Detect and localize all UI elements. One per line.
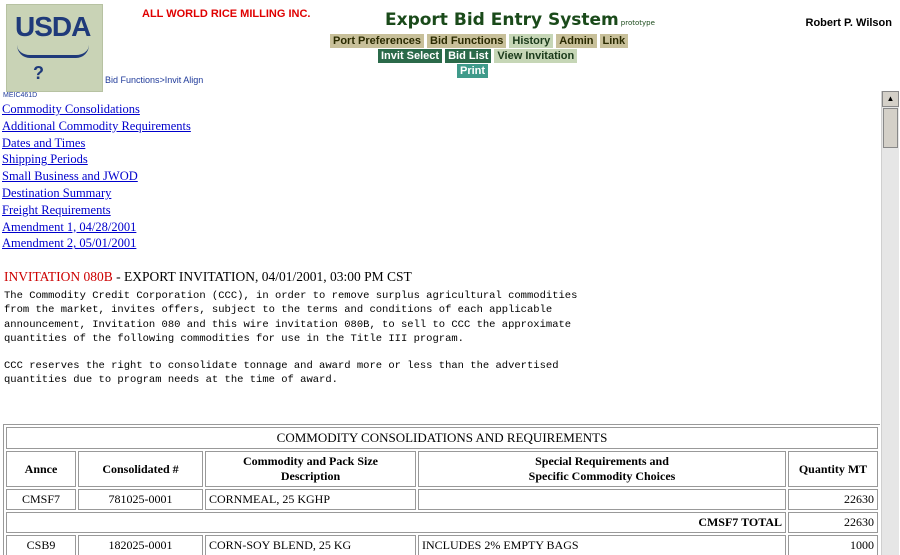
cell-consolidated: 781025-0001 [78,489,203,510]
scroll-up-icon[interactable]: ▲ [882,91,899,107]
cell-quantity: 22630 [788,489,878,510]
scrollbar-thumb[interactable] [883,108,898,148]
page-code: MEIC461D [3,92,38,99]
nav-history[interactable]: History [509,34,554,48]
user-name: Robert P. Wilson [805,17,893,29]
help-icon[interactable]: ? [33,63,44,84]
cell-commodity: CORNMEAL, 25 KGHP [205,489,416,510]
breadcrumb: Bid Functions>Invit Align [105,75,204,85]
usda-logo[interactable]: USDA ? [6,4,103,92]
app-title-text: Export Bid Entry System [385,10,619,30]
link-additional-commodity-requirements[interactable]: Additional Commodity Requirements [2,118,880,135]
invitation-id: INVITATION 080B [4,269,113,285]
commodity-table: COMMODITY CONSOLIDATIONS AND REQUIREMENT… [3,424,880,555]
link-shipping-periods[interactable]: Shipping Periods [2,151,880,168]
invitation-title-rest: - EXPORT INVITATION, 04/01/2001, 03:00 P… [112,269,412,285]
invitation-title: INVITATION 080B - EXPORT INVITATION, 04/… [4,269,880,285]
link-amendment-2[interactable]: Amendment 2, 05/01/2001 [2,235,880,252]
table-title: COMMODITY CONSOLIDATIONS AND REQUIREMENT… [6,427,878,449]
total-label: CMSF7 TOTAL [6,512,786,533]
link-commodity-consolidations[interactable]: Commodity Consolidations [2,101,880,118]
cell-special [418,489,786,510]
main-content: Commodity Consolidations Additional Comm… [0,101,880,555]
col-commodity-line2: Description [280,469,341,483]
app-subtitle: prototype [620,19,655,27]
table-row: CSB9 182025-0001 CORN-SOY BLEND, 25 KG I… [6,535,878,555]
link-small-business-jwod[interactable]: Small Business and JWOD [2,168,880,185]
cell-consolidated: 182025-0001 [78,535,203,555]
app-title: Export Bid Entry System prototype [385,10,655,30]
col-consolidated: Consolidated # [78,451,203,487]
col-commodity: Commodity and Pack Size Description [205,451,416,487]
cell-annce: CMSF7 [6,489,76,510]
invitation-paragraph-2: CCC reserves the right to consolidate to… [4,359,559,387]
cell-special: INCLUDES 2% EMPTY BAGS [418,535,786,555]
col-special: Special Requirements and Specific Commodi… [418,451,786,487]
cell-quantity: 1000 [788,535,878,555]
section-links: Commodity Consolidations Additional Comm… [0,101,880,252]
nav-view-invitation[interactable]: View Invitation [494,49,578,63]
link-destination-summary[interactable]: Destination Summary [2,185,880,202]
table-row: CMSF7 781025-0001 CORNMEAL, 25 KGHP 2263… [6,489,878,510]
link-freight-requirements[interactable]: Freight Requirements [2,202,880,219]
logo-swoosh-icon [17,45,89,58]
app-header: USDA ? ALL WORLD RICE MILLING INC. Bid F… [0,0,900,92]
cell-commodity: CORN-SOY BLEND, 25 KG [205,535,416,555]
nav-invit-select[interactable]: Invit Select [378,49,443,63]
col-special-line2: Specific Commodity Choices [528,469,676,483]
nav-bid-list[interactable]: Bid List [445,49,492,63]
print-nav: Print [457,64,491,78]
link-amendment-1[interactable]: Amendment 1, 04/28/2001 [2,219,880,236]
logo-text: USDA [15,11,91,42]
company-name: ALL WORLD RICE MILLING INC. [142,8,311,20]
vertical-scrollbar[interactable]: ▲ [881,91,899,555]
invitation-paragraph-1: The Commodity Credit Corporation (CCC), … [4,290,578,345]
cell-annce: CSB9 [6,535,76,555]
nav-link[interactable]: Link [599,34,629,48]
col-commodity-line1: Commodity and Pack Size [243,454,378,468]
table-header-row: Annce Consolidated # Commodity and Pack … [6,451,878,487]
total-value: 22630 [788,512,878,533]
col-special-line1: Special Requirements and [535,454,669,468]
table-total-row: CMSF7 TOTAL 22630 [6,512,878,533]
nav-bid-functions[interactable]: Bid Functions [427,34,507,48]
print-button[interactable]: Print [457,64,489,78]
col-quantity: Quantity MT [788,451,878,487]
nav-port-preferences[interactable]: Port Preferences [330,34,425,48]
secondary-nav: Invit Select Bid List View Invitation [378,49,580,63]
col-annce: Annce [6,451,76,487]
nav-admin[interactable]: Admin [556,34,597,48]
link-dates-and-times[interactable]: Dates and Times [2,135,880,152]
primary-nav: Port Preferences Bid Functions History Admi… [330,34,631,48]
